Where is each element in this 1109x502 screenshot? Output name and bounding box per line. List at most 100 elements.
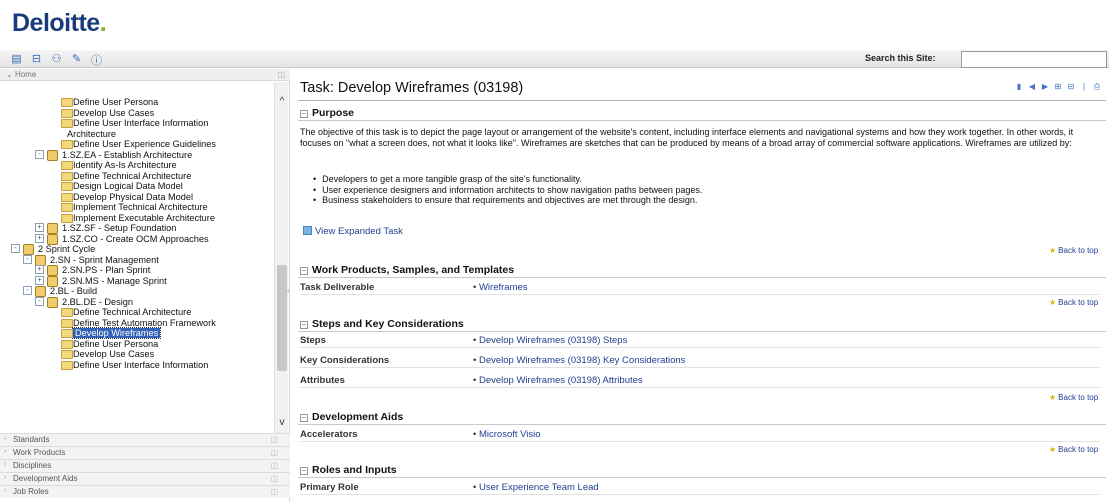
tree-item[interactable]: Identify As-Is Architecture (60, 160, 177, 170)
collapse-node-icon[interactable]: - (23, 286, 32, 295)
collapse-section-icon[interactable]: – (300, 467, 308, 475)
tree-item[interactable]: Define User Experience Guidelines (60, 139, 216, 149)
tree-item[interactable]: Define User Interface Information (60, 118, 208, 128)
tree-item[interactable]: Architecture (67, 129, 116, 139)
accordion-item[interactable]: › Disciplines ◫ (0, 459, 290, 472)
back-to-top-label: Back to top (1058, 393, 1099, 402)
book-icon[interactable]: ▮ (1014, 82, 1024, 92)
home-panel-header[interactable]: ⌄ Home ◫ (0, 69, 290, 81)
development-aids-section-header[interactable]: – Development Aids (298, 411, 1106, 425)
accordion-item[interactable]: › Development Aids ◫ (0, 472, 290, 485)
view-expanded-task-link[interactable]: View Expanded Task (303, 226, 403, 237)
purpose-section-header[interactable]: – Purpose (298, 107, 1106, 121)
tree-item[interactable]: - 2.BL - Build (23, 286, 97, 297)
expand-node-icon[interactable]: + (35, 275, 44, 285)
tree-item-label: Define Test Automation Framework (73, 317, 216, 328)
section-heading: Development Aids (312, 411, 404, 423)
steps-section-header[interactable]: – Steps and Key Considerations (298, 318, 1106, 332)
row-link[interactable]: Microsoft Visio (473, 429, 541, 440)
collapse-section-icon[interactable]: – (300, 321, 308, 329)
back-to-top-link[interactable]: ★ Back to top (1049, 298, 1098, 307)
info-icon[interactable]: ⓘ (90, 52, 103, 68)
panel-pin-icon[interactable]: ◫ (270, 487, 278, 496)
collapse-node-icon[interactable]: - (11, 244, 20, 253)
previous-icon[interactable]: ◀ (1027, 82, 1037, 92)
next-icon[interactable]: ▶ (1040, 82, 1050, 92)
row-link[interactable]: Develop Wireframes (03198) Steps (473, 335, 627, 346)
tree-item[interactable]: +1.SZ.SF - Setup Foundation (35, 223, 176, 234)
tree-view-icon[interactable]: ▤ (10, 52, 23, 68)
row-key: Task Deliverable (300, 282, 375, 293)
collapse-section-icon[interactable]: – (300, 267, 308, 275)
panel-pin-icon[interactable]: ◫ (270, 461, 278, 470)
tree-item[interactable]: +2.SN.PS - Plan Sprint (35, 265, 150, 276)
tree-item-label: Implement Technical Architecture (73, 202, 208, 212)
row-link[interactable]: Develop Wireframes (03198) Key Considera… (473, 355, 685, 366)
expand-all-icon[interactable]: ⊞ (1053, 82, 1063, 92)
tree-item[interactable]: Design Logical Data Model (60, 181, 183, 191)
panel-pin-icon[interactable]: ◫ (270, 435, 278, 444)
collapse-node-icon[interactable]: - (23, 254, 32, 264)
collapse-icon[interactable]: ⊟ (30, 52, 43, 68)
accordion-item[interactable]: › Standards ◫ (0, 433, 290, 446)
tree-item-label: 2.BL.DE - Design (62, 296, 133, 307)
tree-item[interactable]: Implement Technical Architecture (60, 202, 208, 212)
tree-item[interactable]: Define User Persona (60, 97, 158, 107)
star-icon: ★ (1049, 393, 1057, 402)
row-key: Steps (300, 335, 326, 346)
panel-pin-icon[interactable]: ◫ (277, 70, 285, 79)
back-to-top-link[interactable]: ★ Back to top (1049, 246, 1098, 255)
tree-item[interactable]: - 2.SN - Sprint Management (23, 254, 159, 266)
row-link[interactable]: Wireframes (473, 282, 528, 293)
collapse-node-icon[interactable]: - (35, 149, 44, 159)
tree-item[interactable]: +2.SN.MS - Manage Sprint (35, 275, 167, 287)
collapse-all-icon[interactable]: ⊟ (1066, 82, 1076, 92)
back-to-top-link[interactable]: ★ Back to top (1049, 393, 1098, 402)
accordion-item[interactable]: › Job Roles ◫ (0, 485, 290, 498)
scroll-up-icon[interactable]: ^ (275, 96, 289, 108)
scroll-thumb[interactable] (277, 265, 287, 371)
tree-item[interactable]: Develop Wireframes (60, 327, 162, 339)
deloitte-logo: Deloitte. (12, 9, 107, 38)
tree-item[interactable]: Define Test Automation Framework (60, 318, 216, 328)
row-link[interactable]: User Experience Team Lead (473, 482, 599, 493)
work-products-section-header[interactable]: – Work Products, Samples, and Templates (298, 264, 1106, 278)
collapse-panel-icon[interactable]: ‹ (287, 286, 290, 295)
panel-pin-icon[interactable]: ◫ (270, 474, 278, 483)
back-to-top-link[interactable]: ★ Back to top (1049, 445, 1098, 454)
expand-node-icon[interactable]: + (35, 265, 44, 274)
accordion-item[interactable]: › Work Products ◫ (0, 446, 290, 459)
tree-item[interactable]: Define User Interface Information (60, 360, 208, 370)
tree-item[interactable]: Develop Use Cases (60, 349, 154, 359)
scroll-down-icon[interactable]: v (275, 417, 289, 429)
chevron-right-icon: › (4, 448, 7, 455)
tree-item[interactable]: - 2.BL.DE - Design (35, 296, 133, 308)
expand-node-icon[interactable]: + (35, 223, 44, 232)
roles-section-header[interactable]: – Roles and Inputs (298, 464, 1106, 478)
tree-scrollbar[interactable]: ^ v (274, 82, 288, 433)
purpose-text: The objective of this task is to depict … (300, 127, 1074, 148)
collapse-section-icon[interactable]: – (300, 110, 308, 118)
task-folder-icon (60, 108, 73, 118)
tree-item[interactable]: - 2 Sprint Cycle (11, 244, 95, 255)
star-icon: ★ (1049, 298, 1057, 307)
tree-item[interactable]: Define Technical Architecture (60, 307, 191, 317)
separator-icon: | (1082, 82, 1086, 91)
search-input[interactable] (961, 51, 1107, 68)
tree-item-label: Define User Experience Guidelines (73, 139, 216, 149)
expand-node-icon[interactable]: + (35, 233, 44, 243)
tree-item[interactable]: Develop Use Cases (60, 108, 154, 118)
print-icon[interactable]: ⎙ (1092, 82, 1102, 92)
tree-item[interactable]: +1.SZ.CO - Create OCM Approaches (35, 233, 209, 245)
tree-item[interactable]: Define User Persona (60, 339, 158, 349)
collapse-section-icon[interactable]: – (300, 414, 308, 422)
glossary-icon[interactable]: ✎ (70, 52, 83, 68)
row-link[interactable]: Develop Wireframes (03198) Attributes (473, 375, 643, 386)
tree-item[interactable]: Develop Physical Data Model (60, 192, 193, 202)
sitemap-icon[interactable]: ⚇ (50, 52, 63, 68)
collapse-node-icon[interactable]: - (35, 296, 44, 306)
tree-item[interactable]: Implement Executable Architecture (60, 213, 215, 223)
tree-item[interactable]: Define Technical Architecture (60, 171, 191, 181)
panel-pin-icon[interactable]: ◫ (270, 448, 278, 457)
tree-item[interactable]: - 1.SZ.EA - Establish Architecture (35, 149, 192, 161)
